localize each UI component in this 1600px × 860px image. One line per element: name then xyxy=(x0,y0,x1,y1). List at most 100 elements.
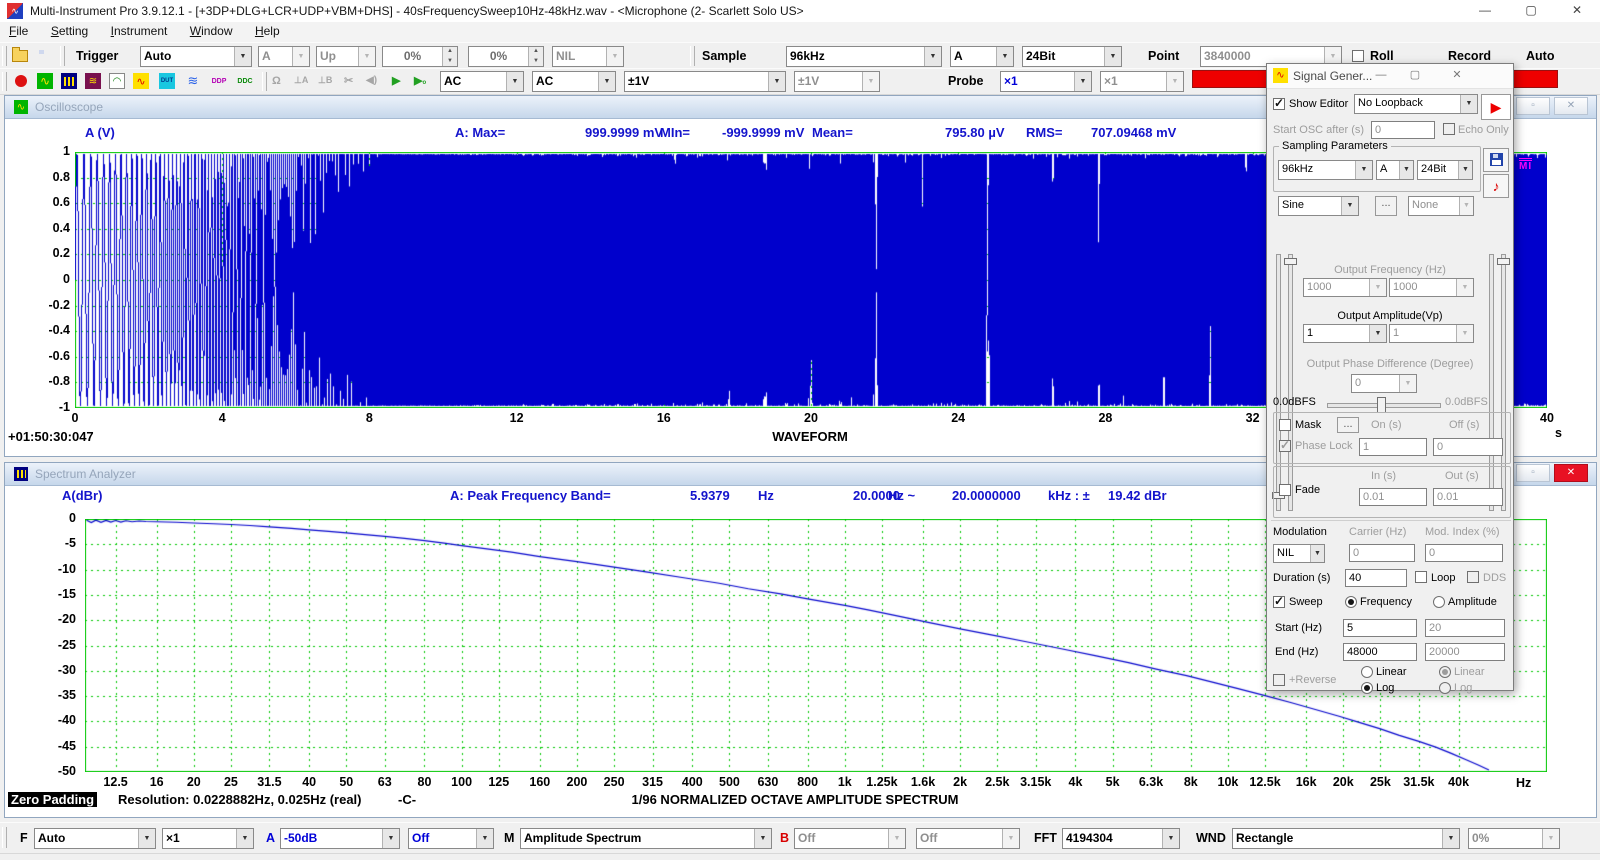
save-signal-button[interactable] xyxy=(1483,148,1509,172)
phase-lock-checkbox[interactable] xyxy=(1279,440,1291,452)
mask-checkbox[interactable] xyxy=(1279,419,1291,431)
spinner-arrows-icon[interactable]: ▲▼ xyxy=(528,47,543,66)
amplitude-log-radio[interactable] xyxy=(1439,682,1451,694)
sample-rate-select[interactable]: 96kHz▼ xyxy=(786,46,942,67)
ddp-viewer-icon[interactable]: DDP xyxy=(210,72,228,90)
trigger-slope-select[interactable]: Up▼ xyxy=(316,46,376,67)
toolbar-grip[interactable] xyxy=(2,827,7,848)
spinner-arrows-icon[interactable]: ▲▼ xyxy=(442,47,457,66)
carrier-input[interactable]: 0 xyxy=(1349,544,1415,562)
frequency-slider-b-handle[interactable] xyxy=(1497,258,1510,265)
fade-out-input[interactable]: 0.01 xyxy=(1433,488,1503,506)
fade-checkbox[interactable] xyxy=(1279,484,1291,496)
duration-input[interactable]: 40 xyxy=(1345,569,1407,587)
loopback-select[interactable]: No Loopback▼ xyxy=(1354,94,1478,114)
play-note-button[interactable]: ♪ xyxy=(1483,174,1509,198)
reverse-checkbox[interactable] xyxy=(1273,674,1285,686)
mask-browse-button[interactable]: ... xyxy=(1337,417,1359,433)
sweep-log-radio[interactable] xyxy=(1361,682,1373,694)
toolbar-grip[interactable] xyxy=(2,72,7,91)
trigger-mode-select[interactable]: Auto▼ xyxy=(140,46,252,67)
sample-channel-select[interactable]: A▼ xyxy=(950,46,1014,67)
toolbar-grip[interactable] xyxy=(60,46,65,66)
oscilloscope-close-button[interactable]: ✕ xyxy=(1554,97,1588,115)
spectrum-analyzer-icon[interactable] xyxy=(60,72,78,90)
trigger-level-spinner[interactable]: 0%▲▼ xyxy=(382,46,458,67)
minimize-icon[interactable]: — xyxy=(1367,67,1395,84)
generator-channel-select[interactable]: A▼ xyxy=(1376,160,1414,180)
run-output-icon[interactable]: ▶o xyxy=(414,74,426,87)
display-mode-select[interactable]: Amplitude Spectrum▼ xyxy=(520,828,772,849)
a-scale-select[interactable]: -50dB▼ xyxy=(280,828,400,849)
spectrum-close-button[interactable]: ✕ xyxy=(1554,464,1588,482)
toolbar-grip[interactable] xyxy=(262,72,267,91)
run-icon[interactable]: ▶ xyxy=(392,74,400,87)
fft-size-select[interactable]: 4194304▼ xyxy=(1062,828,1180,849)
b-offset-select[interactable]: Off▼ xyxy=(916,828,1020,849)
mod-index-input[interactable]: 0 xyxy=(1425,544,1503,562)
generator-sample-rate-select[interactable]: 96kHz▼ xyxy=(1278,160,1373,180)
generator-bits-select[interactable]: 24Bit▼ xyxy=(1417,160,1473,180)
frequency-b-select[interactable]: 1000▼ xyxy=(1389,278,1474,297)
start-hz-input[interactable]: 5 xyxy=(1343,619,1417,637)
menu-setting[interactable]: Setting xyxy=(42,22,97,42)
probe-b-select[interactable]: ×1▼ xyxy=(1100,71,1184,92)
range-a-select[interactable]: ±1V▼ xyxy=(624,71,786,92)
oscilloscope-icon[interactable]: ∿ xyxy=(36,72,54,90)
end-hz-input[interactable]: 48000 xyxy=(1343,643,1417,661)
menu-help[interactable]: Help xyxy=(246,22,289,42)
a-offset-select[interactable]: Off▼ xyxy=(408,828,494,849)
end-hz-b-input[interactable]: 20000 xyxy=(1425,643,1505,661)
close-button[interactable]: ✕ xyxy=(1554,0,1600,22)
phase-select[interactable]: 0▼ xyxy=(1351,374,1417,393)
window-function-select[interactable]: Rectangle▼ xyxy=(1232,828,1460,849)
show-editor-checkbox[interactable] xyxy=(1273,98,1285,110)
trigger-source-select[interactable]: A▼ xyxy=(258,46,310,67)
wave-file-select[interactable]: None▼ xyxy=(1408,196,1474,216)
sweep-amplitude-radio[interactable] xyxy=(1433,596,1445,608)
device-test-plan-icon[interactable]: DUT xyxy=(158,72,176,90)
dds-checkbox[interactable] xyxy=(1467,571,1479,583)
signal-generator-title-bar[interactable]: ∿ Signal Gener... — ▢ ✕ xyxy=(1267,64,1513,89)
start-hz-b-input[interactable]: 20 xyxy=(1425,619,1505,637)
maximize-icon[interactable]: ▢ xyxy=(1401,67,1429,84)
minimize-button[interactable]: — xyxy=(1462,0,1508,22)
sweep-checkbox[interactable] xyxy=(1273,596,1285,608)
sweep-linear-radio[interactable] xyxy=(1361,666,1373,678)
frequency-slider-a-handle[interactable] xyxy=(1284,258,1297,265)
amplitude-a-select[interactable]: 1▼ xyxy=(1303,324,1387,343)
derived-data-curves-icon[interactable]: ≋ xyxy=(184,72,202,90)
play-sound-icon[interactable]: ◀) xyxy=(366,75,377,86)
close-icon[interactable]: ✕ xyxy=(1443,67,1471,84)
echo-only-checkbox[interactable] xyxy=(1443,123,1455,135)
spectrum-restore-button[interactable]: ▫ xyxy=(1516,464,1550,482)
browse-wave-button[interactable]: ... xyxy=(1375,196,1397,216)
modulation-select[interactable]: NIL▼ xyxy=(1273,544,1325,563)
generator-start-button[interactable]: ▶ xyxy=(1481,94,1511,120)
start-osc-input[interactable]: 0 xyxy=(1371,121,1435,139)
calibration-icon[interactable]: Ω xyxy=(272,75,281,87)
toolbar-grip[interactable] xyxy=(690,46,695,66)
overlap-select[interactable]: 0%▼ xyxy=(1468,828,1560,849)
fade-in-input[interactable]: 0.01 xyxy=(1359,488,1427,506)
coupling-b-select[interactable]: AC▼ xyxy=(532,71,616,92)
off-input[interactable]: 0 xyxy=(1433,438,1503,456)
ddc-editor-icon[interactable]: DDC xyxy=(236,72,254,90)
amplitude-b-select[interactable]: 1▼ xyxy=(1389,324,1474,343)
signal-generator-icon[interactable]: ∿ xyxy=(132,72,150,90)
menu-instrument[interactable]: Instrument xyxy=(102,22,177,42)
probe-a-select[interactable]: ×1▼ xyxy=(1000,71,1092,92)
freq-range-select[interactable]: Auto▼ xyxy=(34,828,156,849)
range-b-select[interactable]: ±1V▼ xyxy=(794,71,880,92)
menu-file[interactable]: File xyxy=(0,22,37,42)
amplitude-linear-radio[interactable] xyxy=(1439,666,1451,678)
multimeter-icon[interactable]: ◠ xyxy=(108,72,126,90)
record-icon[interactable] xyxy=(12,72,30,90)
marker-b-icon[interactable]: ⊥B xyxy=(318,75,332,86)
b-scale-select[interactable]: Off▼ xyxy=(794,828,906,849)
coupling-a-select[interactable]: AC▼ xyxy=(440,71,524,92)
trigger-delay-spinner[interactable]: 0%▲▼ xyxy=(468,46,544,67)
marker-a-icon[interactable]: ⊥A xyxy=(294,75,308,86)
dbfs-slider-handle[interactable] xyxy=(1377,397,1386,413)
toolbar-grip[interactable] xyxy=(2,46,7,66)
